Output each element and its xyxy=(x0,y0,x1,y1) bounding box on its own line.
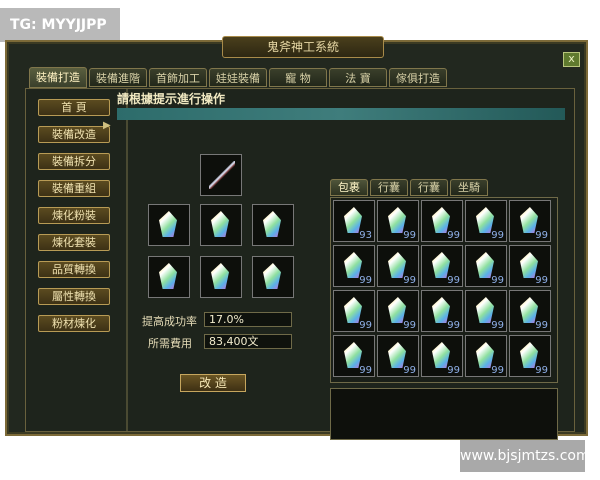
inventory-slot[interactable]: 99 xyxy=(509,200,551,242)
item-count: 99 xyxy=(447,365,460,376)
gem-icon xyxy=(159,211,177,237)
tab-pet[interactable]: 寵 物 xyxy=(269,68,327,87)
item-count: 99 xyxy=(491,230,504,241)
inventory-slot[interactable]: 99 xyxy=(333,290,375,332)
watermark-top: TG: MYYJJPP xyxy=(0,8,120,42)
sidebar-item-split[interactable]: 裝備拆分 xyxy=(38,153,110,170)
sidebar-item-quality-convert[interactable]: 品質轉換 xyxy=(38,261,110,278)
cost-label: 所需費用 xyxy=(148,337,192,350)
item-count: 93 xyxy=(359,230,372,241)
inventory-slot[interactable]: 99 xyxy=(421,245,463,287)
inventory-slot[interactable]: 99 xyxy=(465,290,507,332)
item-count: 99 xyxy=(359,320,372,331)
item-count: 99 xyxy=(535,320,548,331)
instruction-header: 請根據提示進行操作 xyxy=(117,92,226,106)
inventory-slot[interactable]: 99 xyxy=(377,200,419,242)
gem-icon xyxy=(211,211,229,237)
item-count: 99 xyxy=(491,320,504,331)
material-slot[interactable] xyxy=(148,204,190,246)
item-count: 99 xyxy=(403,320,416,331)
tab-treasure[interactable]: 法 寶 xyxy=(329,68,387,87)
inventory-slot[interactable]: 99 xyxy=(509,335,551,377)
inventory-slot[interactable]: 99 xyxy=(465,335,507,377)
forge-window: 鬼斧神工系統 x 裝備打造 裝備進階 首飾加工 娃娃裝備 寵 物 法 寶 傢俱打… xyxy=(5,36,588,440)
progress-bar xyxy=(117,108,565,120)
cost-field: 83,400文 xyxy=(204,334,292,349)
sidebar-item-modify[interactable]: 裝備改造 xyxy=(38,126,110,143)
material-slot[interactable] xyxy=(148,256,190,298)
item-count: 99 xyxy=(491,365,504,376)
inventory-slot[interactable]: 99 xyxy=(421,200,463,242)
inventory-slot[interactable]: 99 xyxy=(377,335,419,377)
material-slot[interactable] xyxy=(200,204,242,246)
tab-mount[interactable]: 坐騎 xyxy=(450,179,488,196)
inventory-grid: 93 99 99 99 99 99 99 99 99 99 99 99 99 99 99 99 99 99 99 99 xyxy=(330,197,558,383)
tab-pack-1[interactable]: 行囊 xyxy=(370,179,408,196)
item-count: 99 xyxy=(447,230,460,241)
item-count: 99 xyxy=(403,230,416,241)
tab-equipment-forge[interactable]: 裝備打造 xyxy=(29,67,87,88)
item-count: 99 xyxy=(535,275,548,286)
item-count: 99 xyxy=(535,365,548,376)
sidebar-divider xyxy=(126,89,128,431)
inventory-slot[interactable]: 99 xyxy=(465,245,507,287)
tab-jewelry[interactable]: 首飾加工 xyxy=(149,68,207,87)
tab-bag[interactable]: 包裹 xyxy=(330,179,368,196)
window-title: 鬼斧神工系統 xyxy=(222,36,384,58)
tab-furniture[interactable]: 傢俱打造 xyxy=(389,68,447,87)
inventory-slot[interactable]: 93 xyxy=(333,200,375,242)
item-count: 99 xyxy=(535,230,548,241)
weapon-slot[interactable] xyxy=(200,154,242,196)
sidebar-item-attribute-convert[interactable]: 屬性轉換 xyxy=(38,288,110,305)
inventory-slot[interactable]: 99 xyxy=(377,245,419,287)
gem-icon xyxy=(263,263,281,289)
sidebar-item-home[interactable]: 首 頁 xyxy=(38,99,110,116)
inventory-slot[interactable]: 99 xyxy=(465,200,507,242)
item-count: 99 xyxy=(447,320,460,331)
forge-button[interactable]: 改 造 xyxy=(180,374,246,392)
tab-doll-equipment[interactable]: 娃娃裝備 xyxy=(209,68,267,87)
inventory-slot[interactable]: 99 xyxy=(509,245,551,287)
spear-icon xyxy=(209,161,235,189)
material-slot[interactable] xyxy=(200,256,242,298)
inventory-slot[interactable]: 99 xyxy=(421,290,463,332)
item-count: 99 xyxy=(491,275,504,286)
item-count: 99 xyxy=(403,365,416,376)
item-count: 99 xyxy=(359,275,372,286)
success-rate-field: 17.0% xyxy=(204,312,292,327)
inventory-slot[interactable]: 99 xyxy=(333,335,375,377)
success-rate-label: 提高成功率 xyxy=(142,315,197,328)
gem-icon xyxy=(263,211,281,237)
sidebar-item-recombine[interactable]: 裝備重組 xyxy=(38,180,110,197)
inventory-slot[interactable]: 99 xyxy=(421,335,463,377)
sidebar-item-material-refine[interactable]: 粉材煉化 xyxy=(38,315,110,332)
material-slot[interactable] xyxy=(252,256,294,298)
arrow-icon: ▶ xyxy=(103,120,111,131)
material-slot[interactable] xyxy=(252,204,294,246)
inventory-slot[interactable]: 99 xyxy=(333,245,375,287)
watermark-bottom: www.bjsjmtzs.com xyxy=(460,440,590,472)
tab-pack-2[interactable]: 行囊 xyxy=(410,179,448,196)
close-button[interactable]: x xyxy=(563,52,580,67)
item-count: 99 xyxy=(403,275,416,286)
sidebar-item-refine-set[interactable]: 煉化套裝 xyxy=(38,234,110,251)
inventory-slot[interactable]: 99 xyxy=(377,290,419,332)
gem-icon xyxy=(211,263,229,289)
item-count: 99 xyxy=(447,275,460,286)
close-icon: x xyxy=(568,52,575,65)
item-count: 99 xyxy=(359,365,372,376)
tab-equipment-advance[interactable]: 裝備進階 xyxy=(89,68,147,87)
item-info-box xyxy=(330,388,558,440)
gem-icon xyxy=(159,263,177,289)
sidebar-item-refine-pink[interactable]: 煉化粉裝 xyxy=(38,207,110,224)
inventory-slot[interactable]: 99 xyxy=(509,290,551,332)
